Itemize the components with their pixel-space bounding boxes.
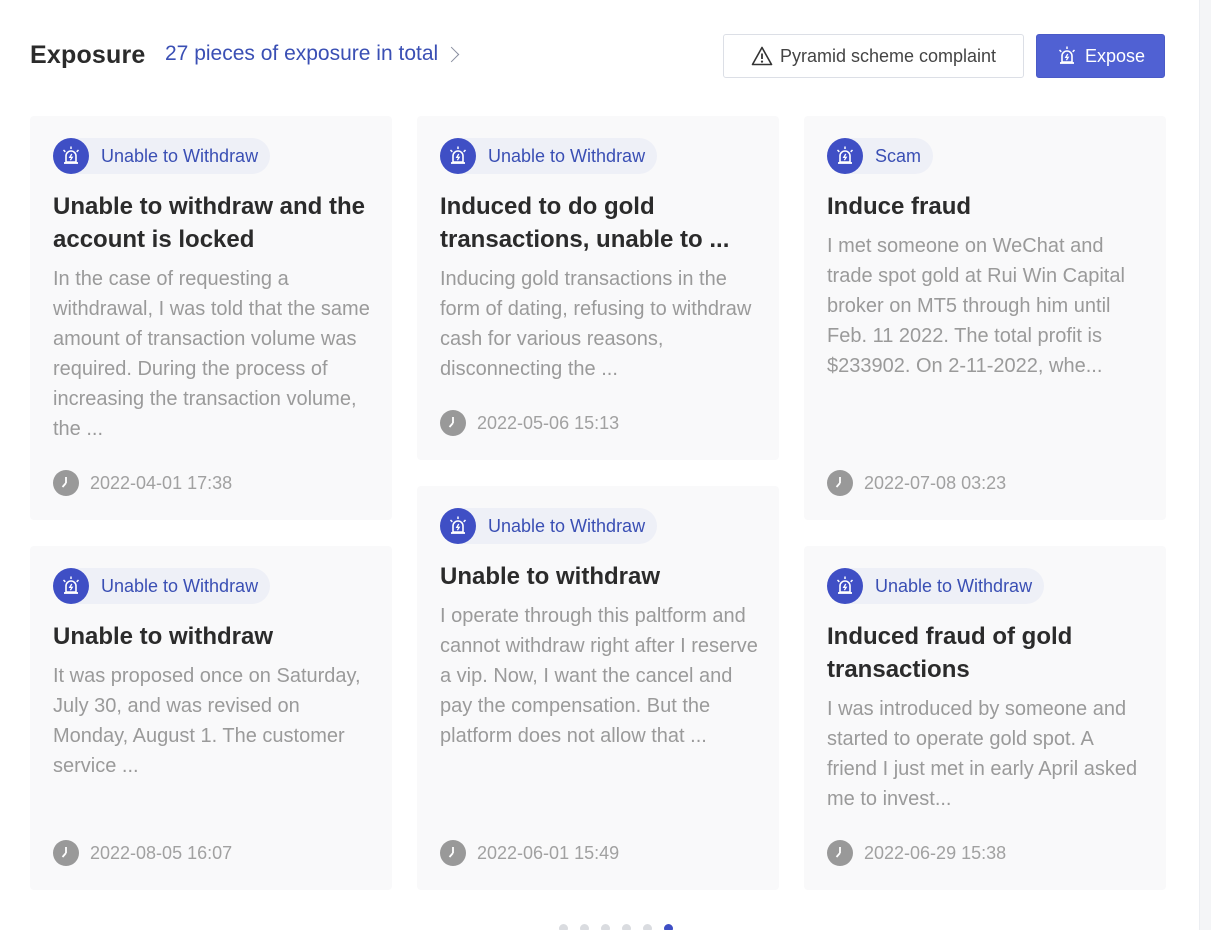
- pagination-dot[interactable]: [643, 924, 652, 930]
- category-tag: Unable to Withdraw: [827, 568, 1045, 604]
- card-timestamp: 2022-07-08 03:23: [864, 472, 1007, 493]
- exposure-card[interactable]: Unable to Withdraw Induced fraud of gold…: [804, 546, 1166, 890]
- pagination-dots: [559, 924, 673, 930]
- card-title: Unable to withdraw: [440, 563, 661, 590]
- chevron-right-icon: [443, 46, 460, 63]
- pagination-dot-active[interactable]: [664, 924, 673, 930]
- category-tag: Unable to Withdraw: [53, 568, 271, 604]
- pagination-dot[interactable]: [601, 924, 610, 930]
- pyramid-complaint-label: Pyramid scheme complaint: [779, 45, 997, 66]
- category-tag: Unable to Withdraw: [440, 138, 658, 174]
- alarm-siren-icon: [827, 138, 863, 174]
- card-excerpt: I was introduced by someone and started …: [827, 698, 1138, 810]
- card-timestamp: 2022-06-01 15:49: [477, 842, 620, 863]
- card-excerpt: I met someone on WeChat and trade spot g…: [827, 235, 1125, 377]
- category-tag-label: Unable to Withdraw: [875, 575, 1033, 596]
- category-tag: Unable to Withdraw: [53, 138, 271, 174]
- card-timestamp: 2022-06-29 15:38: [864, 842, 1007, 863]
- exposure-card[interactable]: Unable to Withdraw Induced to do gold tr…: [417, 116, 779, 460]
- section-title: Exposure: [30, 41, 146, 69]
- card-meta: 2022-05-06 15:13: [440, 410, 619, 436]
- clock-icon: [53, 470, 79, 496]
- pagination-dot[interactable]: [622, 924, 631, 930]
- card-excerpt: It was proposed once on Saturday, July 3…: [53, 665, 361, 777]
- exposure-card[interactable]: Unable to Withdraw Unable to withdraw It…: [30, 546, 392, 890]
- exposure-card[interactable]: Unable to Withdraw Unable to withdraw I …: [417, 486, 779, 890]
- total-exposure-link[interactable]: 27 pieces of exposure in total: [165, 42, 460, 66]
- card-timestamp: 2022-05-06 15:13: [477, 412, 620, 433]
- total-exposure-label: 27 pieces of exposure in total: [165, 42, 439, 65]
- exposure-card[interactable]: Unable to Withdraw Unable to withdraw an…: [30, 116, 392, 520]
- card-title: Induced fraud of gold transactions: [827, 623, 1073, 683]
- category-tag-label: Unable to Withdraw: [101, 145, 259, 166]
- alarm-siren-icon: [53, 568, 89, 604]
- card-title: Induced to do gold transactions, unable …: [440, 193, 730, 253]
- alarm-siren-icon: [440, 508, 476, 544]
- exposure-header: Exposure 27 pieces of exposure in total …: [30, 34, 1165, 78]
- category-tag-label: Unable to Withdraw: [488, 515, 646, 536]
- card-excerpt: In the case of requesting a withdrawal, …: [53, 268, 370, 440]
- pagination-dot[interactable]: [580, 924, 589, 930]
- card-excerpt: Inducing gold transactions in the form o…: [440, 268, 752, 380]
- alarm-siren-icon: [827, 568, 863, 604]
- clock-icon: [827, 470, 853, 496]
- category-tag-label: Unable to Withdraw: [101, 575, 259, 596]
- alarm-siren-icon: [440, 138, 476, 174]
- card-meta: 2022-06-01 15:49: [440, 840, 619, 866]
- card-timestamp: 2022-04-01 17:38: [90, 472, 233, 493]
- category-tag-label: Unable to Withdraw: [488, 145, 646, 166]
- pagination-dot[interactable]: [559, 924, 568, 930]
- expose-button[interactable]: Expose: [1036, 34, 1165, 78]
- category-tag-label: Scam: [875, 145, 922, 166]
- alarm-siren-icon: [1058, 46, 1075, 64]
- card-title: Unable to withdraw and the account is lo…: [53, 193, 366, 253]
- card-meta: 2022-06-29 15:38: [827, 840, 1006, 866]
- clock-icon: [440, 410, 466, 436]
- card-meta: 2022-08-05 16:07: [53, 840, 232, 866]
- expose-label: Expose: [1084, 45, 1146, 66]
- card-meta: 2022-04-01 17:38: [53, 470, 232, 496]
- clock-icon: [827, 840, 853, 866]
- category-tag: Scam: [827, 138, 934, 174]
- category-tag: Unable to Withdraw: [440, 508, 658, 544]
- page-scrollbar-track[interactable]: [1199, 0, 1211, 930]
- clock-icon: [53, 840, 79, 866]
- card-title: Induce fraud: [827, 193, 972, 220]
- card-title: Unable to withdraw: [53, 623, 274, 650]
- card-excerpt: I operate through this paltform and cann…: [440, 605, 758, 747]
- alarm-siren-icon: [53, 138, 89, 174]
- pyramid-complaint-button[interactable]: Pyramid scheme complaint: [723, 34, 1024, 78]
- warning-triangle-icon: [751, 46, 773, 66]
- card-timestamp: 2022-08-05 16:07: [90, 842, 233, 863]
- exposure-card[interactable]: Scam Induce fraud I met someone on WeCha…: [804, 116, 1166, 520]
- card-meta: 2022-07-08 03:23: [827, 470, 1006, 496]
- clock-icon: [440, 840, 466, 866]
